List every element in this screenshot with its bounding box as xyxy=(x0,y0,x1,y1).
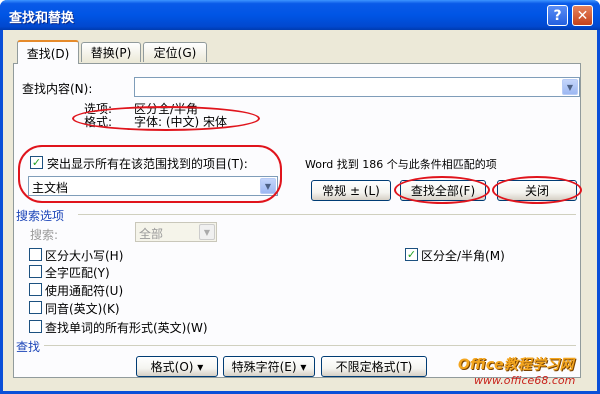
find-what-combo[interactable]: ▼ xyxy=(134,77,580,97)
all-word-forms-checkbox[interactable] xyxy=(29,320,42,333)
result-count-text: Word 找到 186 个与此条件相匹配的项 xyxy=(305,158,497,171)
find-what-dropdown-icon[interactable]: ▼ xyxy=(562,79,578,95)
tab-find-label: 查找(D) xyxy=(26,46,70,61)
scope-value: 主文档 xyxy=(32,181,69,195)
format-button[interactable]: 格式(O) ▾ xyxy=(136,356,218,377)
scope-dropdown-icon[interactable]: ▼ xyxy=(260,178,276,194)
special-button[interactable]: 特殊字符(E) ▾ xyxy=(223,356,315,377)
search-options-heading: 搜索选项 xyxy=(16,209,65,223)
all-word-forms-label: 查找单词的所有形式(英文)(W) xyxy=(45,321,208,335)
scope-select[interactable]: 主文档 ▼ xyxy=(28,176,278,196)
match-width-checkbox[interactable]: ✓ xyxy=(405,248,418,261)
tab-goto-label: 定位(G) xyxy=(153,46,197,60)
whole-word-checkbox[interactable] xyxy=(29,265,42,278)
search-direction-label: 搜索: xyxy=(30,228,59,242)
find-what-label: 查找内容(N): xyxy=(22,82,93,96)
find-all-button[interactable]: 查找全部(F) xyxy=(400,180,486,201)
highlight-label: 突出显示所有在该范围找到的项目(T): xyxy=(47,157,248,171)
no-formatting-button-label: 不限定格式(T) xyxy=(335,360,413,374)
check-icon: ✓ xyxy=(406,248,417,261)
search-direction-value: 全部 xyxy=(139,227,164,241)
wildcards-checkbox[interactable] xyxy=(29,283,42,296)
no-formatting-button[interactable]: 不限定格式(T) xyxy=(321,356,427,377)
highlight-checkbox[interactable]: ✓ xyxy=(30,156,43,169)
tab-find[interactable]: 查找(D) xyxy=(17,40,79,64)
watermark-title: Office教程学习网 xyxy=(458,357,574,373)
find-section-divider xyxy=(44,345,576,346)
watermark-url: www.office68.com xyxy=(474,374,576,387)
sounds-like-label: 同音(英文)(K) xyxy=(45,302,120,316)
format-button-label: 格式(O) ▾ xyxy=(150,360,204,374)
close-window-button[interactable]: ✕ xyxy=(572,5,593,26)
window-title: 查找和替换 xyxy=(9,11,75,26)
tab-goto[interactable]: 定位(G) xyxy=(143,42,207,62)
search-direction-dropdown-icon[interactable]: ▼ xyxy=(199,224,215,240)
match-case-checkbox[interactable] xyxy=(29,248,42,261)
help-button[interactable]: ? xyxy=(547,5,568,26)
check-icon: ✓ xyxy=(31,156,42,169)
sounds-like-checkbox[interactable] xyxy=(29,301,42,314)
find-section-heading: 查找 xyxy=(16,340,41,354)
tab-replace[interactable]: 替换(P) xyxy=(81,42,141,62)
search-direction-select[interactable]: 全部 ▼ xyxy=(135,222,217,242)
search-options-divider xyxy=(78,214,576,215)
tab-replace-label: 替换(P) xyxy=(90,46,132,60)
format-label: 格式: xyxy=(84,115,113,129)
close-button[interactable]: 关闭 xyxy=(497,180,577,201)
format-value: 字体: (中文) 宋体 xyxy=(134,115,228,129)
match-case-label: 区分大小写(H) xyxy=(45,249,124,263)
less-button[interactable]: 常规 ± (L) xyxy=(311,180,391,201)
wildcards-label: 使用通配符(U) xyxy=(45,284,124,298)
match-width-label: 区分全/半角(M) xyxy=(421,249,505,263)
whole-word-label: 全字匹配(Y) xyxy=(45,266,110,280)
close-button-label: 关闭 xyxy=(524,184,549,198)
find-all-button-label: 查找全部(F) xyxy=(410,184,476,198)
special-button-label: 特殊字符(E) ▾ xyxy=(231,360,307,374)
help-icon: ? xyxy=(553,7,562,24)
title-bar[interactable]: 查找和替换 ? ✕ xyxy=(0,0,600,30)
close-icon: ✕ xyxy=(576,7,589,24)
less-button-label: 常规 ± (L) xyxy=(322,184,380,198)
